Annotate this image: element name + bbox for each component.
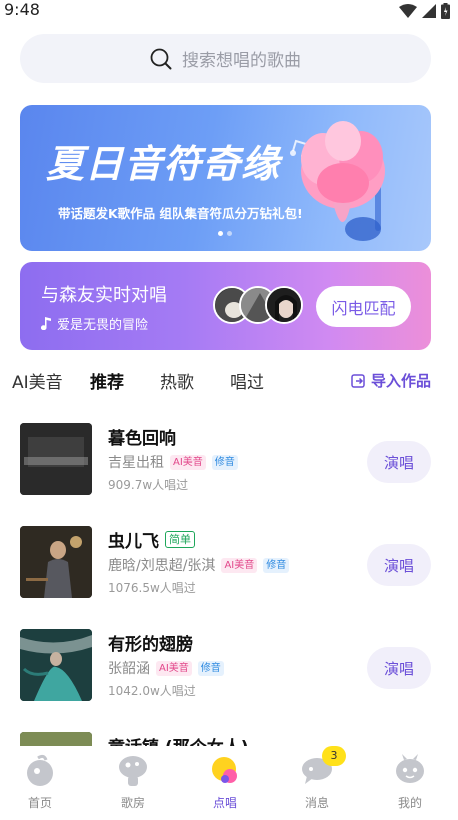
signal-icon bbox=[422, 4, 436, 18]
song-artist: 吉星出租 AI美音 修音 bbox=[108, 452, 238, 472]
wifi-icon bbox=[399, 4, 417, 18]
match-title: 与森友实时对唱 bbox=[41, 285, 167, 306]
song-cover bbox=[20, 526, 92, 598]
pitch-fix-tag: 修音 bbox=[197, 660, 224, 676]
match-song: 爱是无畏的冒险 bbox=[41, 314, 148, 333]
song-title: 虫儿飞 简单 bbox=[108, 527, 195, 552]
song-title: 暮色回响 bbox=[108, 429, 176, 449]
sing-button[interactable]: 演唱 bbox=[367, 647, 431, 689]
pitch-fix-tag: 修音 bbox=[263, 557, 290, 573]
bottom-navigation: 首页 歌房 点唱 消息 3 我的 bbox=[0, 746, 458, 820]
ai-voice-tag: AI美音 bbox=[221, 557, 258, 573]
status-time: 9:48 bbox=[4, 0, 40, 19]
sing-button[interactable]: 演唱 bbox=[367, 544, 431, 586]
song-artist: 鹿晗/刘思超/张淇 AI美音 修音 bbox=[108, 555, 290, 575]
flower-music-icon bbox=[290, 121, 385, 241]
sing-button[interactable]: 演唱 bbox=[367, 441, 431, 483]
song-list-item[interactable]: 有形的翅膀 张韶涵 AI美音 修音 1042.0w人唱过 演唱 bbox=[0, 629, 458, 709]
song-cover bbox=[20, 629, 92, 701]
banner-pagination bbox=[218, 231, 232, 236]
song-tabs: AI美音 推荐 热歌 唱过 导入作品 bbox=[0, 366, 458, 396]
tab-sung[interactable]: 唱过 bbox=[230, 368, 264, 393]
flash-match-button[interactable]: 闪电匹配 bbox=[316, 286, 411, 327]
import-icon bbox=[351, 373, 365, 388]
search-bar[interactable]: 搜索想唱的歌曲 bbox=[20, 34, 431, 83]
duet-match-card[interactable]: 与森友实时对唱 爱是无畏的冒险 闪电匹配 bbox=[20, 262, 431, 350]
sing-icon bbox=[212, 757, 237, 783]
banner-dot bbox=[227, 231, 232, 236]
tab-hot-songs[interactable]: 热歌 bbox=[160, 368, 194, 393]
banner-title: 夏日音符奇缘 bbox=[46, 141, 281, 186]
home-icon bbox=[27, 754, 53, 786]
nav-sing-label: 点唱 bbox=[212, 796, 237, 810]
avatar bbox=[265, 286, 303, 324]
tab-recommend[interactable]: 推荐 bbox=[90, 368, 124, 393]
song-artist: 张韶涵 AI美音 修音 bbox=[108, 658, 224, 678]
song-list-item[interactable]: 暮色回响 吉星出租 AI美音 修音 909.7w人唱过 演唱 bbox=[0, 423, 458, 503]
nav-home-label: 首页 bbox=[27, 796, 52, 810]
profile-icon bbox=[396, 754, 424, 783]
search-icon bbox=[150, 48, 172, 69]
nav-profile-label: 我的 bbox=[397, 796, 422, 810]
tab-ai-voice[interactable]: AI美音 bbox=[12, 368, 63, 393]
sing-count: 1042.0w人唱过 bbox=[108, 684, 196, 698]
promo-banner[interactable]: 夏日音符奇缘 带话题发K歌作品 组队集音符瓜分万钻礼包! bbox=[20, 105, 431, 251]
nav-room-label: 歌房 bbox=[120, 796, 145, 810]
song-cover bbox=[20, 423, 92, 495]
pitch-fix-tag: 修音 bbox=[211, 454, 238, 470]
search-placeholder: 搜索想唱的歌曲 bbox=[182, 51, 301, 71]
nav-messages-label: 消息 bbox=[304, 796, 329, 810]
battery-icon bbox=[441, 3, 450, 19]
banner-dot bbox=[218, 231, 223, 236]
song-title: 有形的翅膀 bbox=[108, 635, 193, 655]
music-note-icon bbox=[41, 317, 51, 330]
import-works-button[interactable]: 导入作品 bbox=[351, 370, 431, 391]
sing-count: 1076.5w人唱过 bbox=[108, 581, 196, 595]
ai-voice-tag: AI美音 bbox=[170, 454, 206, 470]
avatar-group bbox=[213, 286, 305, 326]
status-bar: 9:48 bbox=[0, 0, 458, 22]
nav-profile[interactable]: 我的 bbox=[380, 752, 440, 811]
match-song-name: 爱是无畏的冒险 bbox=[57, 318, 149, 333]
difficulty-badge: 简单 bbox=[165, 531, 195, 548]
status-icons bbox=[399, 3, 450, 19]
import-label: 导入作品 bbox=[370, 372, 431, 390]
nav-home[interactable]: 首页 bbox=[10, 752, 70, 811]
nav-sing[interactable]: 点唱 bbox=[195, 752, 255, 811]
banner-subtitle: 带话题发K歌作品 组队集音符瓜分万钻礼包! bbox=[58, 206, 303, 221]
room-icon bbox=[119, 756, 147, 786]
nav-room[interactable]: 歌房 bbox=[103, 752, 163, 811]
song-list-item[interactable]: 虫儿飞 简单 鹿晗/刘思超/张淇 AI美音 修音 1076.5w人唱过 演唱 bbox=[0, 526, 458, 606]
sing-count: 909.7w人唱过 bbox=[108, 478, 189, 492]
ai-voice-tag: AI美音 bbox=[156, 660, 192, 676]
message-count-badge: 3 bbox=[322, 746, 346, 766]
